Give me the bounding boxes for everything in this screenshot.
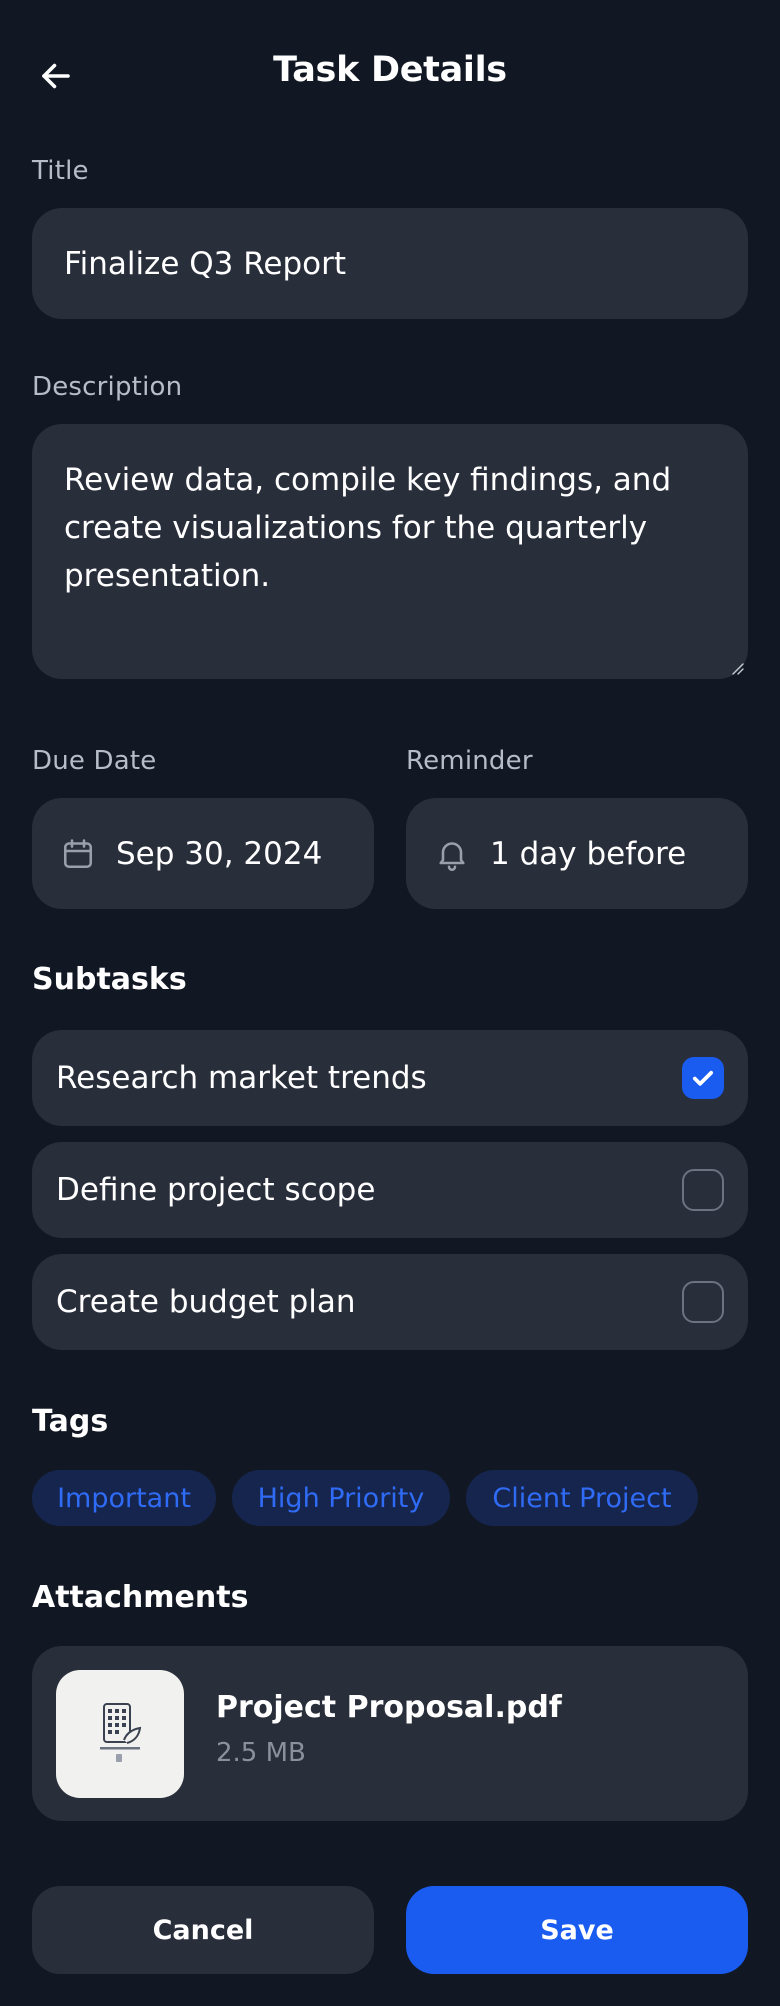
tag-chip-important[interactable]: Important [32, 1470, 216, 1526]
subtask-label: Research market trends [56, 1060, 427, 1096]
subtask-item[interactable]: Define project scope [32, 1142, 748, 1238]
attachment-thumbnail [56, 1670, 184, 1798]
document-preview-icon [100, 1703, 142, 1762]
subtasks-title: Subtasks [32, 962, 187, 997]
description-textarea[interactable]: Review data, compile key findings, and c… [32, 424, 748, 679]
subtask-checkbox[interactable] [682, 1057, 724, 1099]
header: Task Details [0, 0, 780, 152]
save-button[interactable]: Save [406, 1886, 748, 1974]
attachments-title: Attachments [32, 1580, 249, 1615]
calendar-icon [58, 834, 98, 874]
attachment-size: 2.5 MB [216, 1738, 306, 1768]
subtask-item[interactable]: Research market trends [32, 1030, 748, 1126]
due-date-label: Due Date [32, 746, 157, 776]
subtask-label: Define project scope [56, 1172, 376, 1208]
checkmark-icon [692, 1070, 714, 1086]
attachment-name: Project Proposal.pdf [216, 1690, 562, 1725]
cancel-button[interactable]: Cancel [32, 1886, 374, 1974]
due-date-field[interactable]: Sep 30, 2024 [32, 798, 374, 909]
subtask-checkbox[interactable] [682, 1281, 724, 1323]
tag-chip-client-project[interactable]: Client Project [466, 1470, 698, 1526]
page-title: Task Details [273, 50, 507, 90]
subtask-item[interactable]: Create budget plan [32, 1254, 748, 1350]
due-date-value: Sep 30, 2024 [116, 835, 323, 872]
tag-chip-high-priority[interactable]: High Priority [232, 1470, 450, 1526]
attachment-item[interactable]: Project Proposal.pdf 2.5 MB [32, 1646, 748, 1821]
tags-title: Tags [32, 1404, 109, 1439]
title-input[interactable]: Finalize Q3 Report [32, 208, 748, 319]
description-text: Review data, compile key findings, and c… [64, 462, 672, 594]
reminder-field[interactable]: 1 day before [406, 798, 748, 909]
bell-icon [432, 834, 472, 874]
resize-handle-icon[interactable] [730, 661, 744, 675]
description-label: Description [32, 372, 183, 402]
title-label: Title [32, 156, 89, 186]
subtask-checkbox[interactable] [682, 1169, 724, 1211]
subtask-label: Create budget plan [56, 1284, 356, 1320]
reminder-value: 1 day before [490, 835, 687, 872]
reminder-label: Reminder [406, 746, 533, 776]
